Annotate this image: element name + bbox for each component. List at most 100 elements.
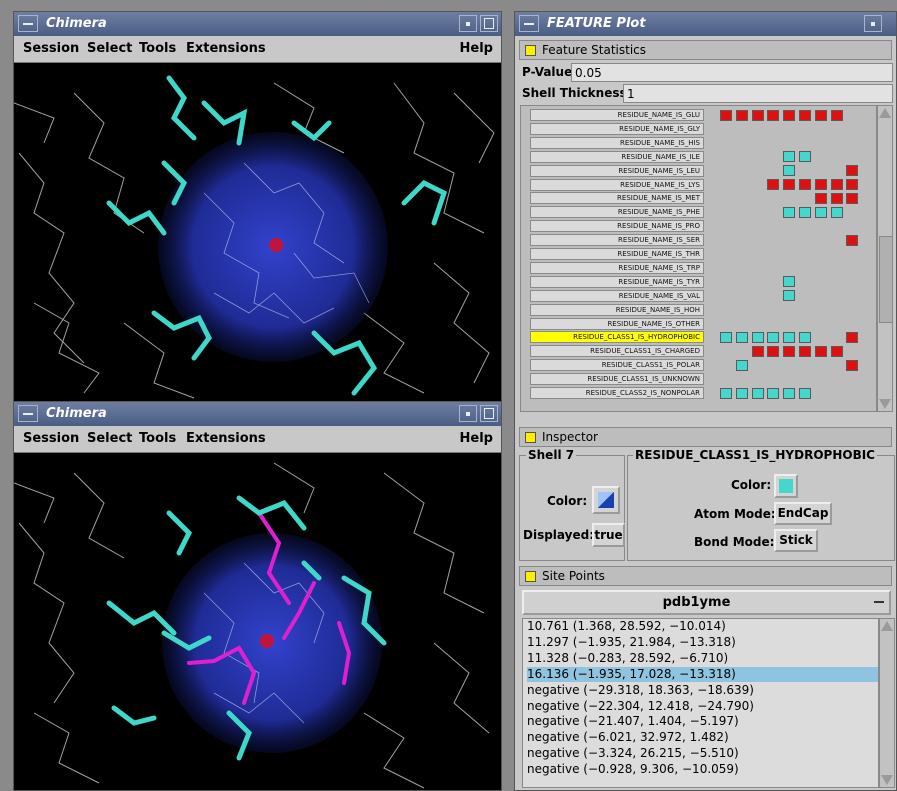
feature-button[interactable]: RESIDUE_CLASS1_IS_POLAR [530,359,704,372]
feature-cell-cyan[interactable] [783,276,796,288]
feature-cell-cyan[interactable] [783,387,796,399]
scroll-up-arrow-icon[interactable] [879,108,891,118]
feature-cell-red[interactable] [783,345,796,357]
feature-button[interactable]: RESIDUE_NAME_IS_PRO [530,220,704,233]
feature-cell-red[interactable] [735,109,748,121]
menu-tools[interactable]: Tools [139,41,176,56]
scroll-down-arrow-icon[interactable] [881,775,893,785]
menu-extensions[interactable]: Extensions [186,41,266,56]
feature-cell-red[interactable] [767,179,780,190]
section-toggle-checkbox[interactable] [525,45,536,56]
feature-cell-red[interactable] [830,109,843,121]
feature-cell-cyan[interactable] [735,387,748,399]
feature-button[interactable]: RESIDUE_NAME_IS_ILE [530,150,704,163]
menu-help[interactable]: Help [460,41,493,56]
feature-cell-cyan[interactable] [720,331,732,343]
shell-color-swatch[interactable] [592,486,620,514]
site-point-item[interactable]: negative (−21.407, 1.404, −5.197) [527,714,878,729]
site-point-item[interactable]: 10.761 (1.368, 28.592, −10.014) [527,619,878,634]
pvalue-field[interactable]: 0.05 [571,63,893,82]
feature-cell-red[interactable] [767,345,780,357]
feature-cell-red[interactable] [814,345,827,357]
window-menu-button[interactable] [18,15,38,32]
feature-button[interactable]: RESIDUE_NAME_IS_HIS [530,136,704,149]
window-menu-button[interactable] [519,15,539,32]
minimize-button[interactable] [459,405,477,422]
feature-cell-cyan[interactable] [799,206,811,218]
menu-select[interactable]: Select [87,431,132,446]
site-model-menu[interactable]: pdb1yme [522,590,891,615]
site-points-list[interactable]: 10.761 (1.368, 28.592, −10.014) 11.297 (−… [522,618,879,788]
feature-cell-cyan[interactable] [830,206,843,218]
maximize-button[interactable] [480,405,498,422]
feature-cell-cyan[interactable] [767,387,780,399]
feature-cell-cyan[interactable] [783,290,796,302]
site-point-item[interactable]: 16.136 (−1.935, 17.028, −13.318) [527,666,878,682]
displayed-toggle[interactable]: true [592,523,625,547]
feature-cell-red[interactable] [783,109,796,121]
feature-button[interactable]: RESIDUE_NAME_IS_MET [530,192,704,205]
site-point-item[interactable]: 11.297 (−1.935, 21.984, −13.318) [527,635,878,650]
feature-cell-red[interactable] [814,179,827,190]
feature-cell-red[interactable] [846,359,859,371]
molecule-viewer-top[interactable] [14,63,501,403]
site-points-scrollbar[interactable] [879,618,895,788]
site-point-item[interactable]: negative (−0.928, 9.306, −10.059) [527,762,878,777]
minimize-button[interactable] [459,15,477,32]
feature-cell-red[interactable] [846,179,859,190]
menu-select[interactable]: Select [87,41,132,56]
feature-cell-cyan[interactable] [799,387,811,399]
window-menu-button[interactable] [18,405,38,422]
site-point-item[interactable]: negative (−22.304, 12.418, −24.790) [527,699,878,714]
feature-cell-cyan[interactable] [751,331,764,343]
feature-cell-red[interactable] [814,109,827,121]
feature-cell-red[interactable] [846,165,859,177]
feature-button[interactable]: RESIDUE_CLASS1_IS_UNKNOWN [530,373,704,386]
feature-button[interactable]: RESIDUE_CLASS2_IS_NONPOLAR [530,387,704,399]
site-point-item[interactable]: negative (−29.318, 18.363, −18.639) [527,683,878,698]
site-point-item[interactable]: negative (−6.021, 32.972, 1.482) [527,730,878,745]
molecule-viewer-bottom[interactable] [14,453,501,790]
site-points-header[interactable]: Site Points [519,566,892,586]
feature-cell-cyan[interactable] [735,359,748,371]
feature-cell-red[interactable] [799,179,811,190]
feature-button[interactable]: RESIDUE_CLASS1_IS_HYDROPHOBIC [530,331,704,344]
feature-cell-cyan[interactable] [720,387,732,399]
feature-cell-red[interactable] [751,345,764,357]
feature-cell-cyan[interactable] [767,331,780,343]
bond-mode-button[interactable]: Stick [774,529,818,552]
feature-cell-red[interactable] [799,345,811,357]
feature-button[interactable]: RESIDUE_NAME_IS_LYS [530,178,704,191]
title-bar[interactable]: Chimera [14,402,501,426]
feature-statistics-header[interactable]: Feature Statistics [519,40,892,60]
section-toggle-checkbox[interactable] [525,432,536,443]
feature-color-swatch[interactable] [774,474,798,498]
menu-extensions[interactable]: Extensions [186,431,266,446]
feature-button[interactable]: RESIDUE_NAME_IS_LEU [530,164,704,177]
title-bar[interactable]: Chimera [14,12,501,36]
feature-cell-red[interactable] [830,179,843,190]
feature-cell-cyan[interactable] [783,165,796,177]
site-point-item[interactable]: negative (−3.324, 26.215, −5.510) [527,746,878,761]
scroll-down-arrow-icon[interactable] [879,399,891,409]
feature-cell-red[interactable] [846,331,859,343]
feature-cell-red[interactable] [799,109,811,121]
feature-button[interactable]: RESIDUE_NAME_IS_PHE [530,206,704,219]
feature-button[interactable]: RESIDUE_CLASS1_IS_CHARGED [530,345,704,358]
feature-button[interactable]: RESIDUE_NAME_IS_HOH [530,303,704,316]
feature-cell-cyan[interactable] [814,206,827,218]
menu-help[interactable]: Help [460,431,493,446]
feature-button[interactable]: RESIDUE_NAME_IS_GLU [530,109,704,121]
menu-session[interactable]: Session [23,41,79,56]
feature-cell-red[interactable] [814,192,827,204]
feature-button[interactable]: RESIDUE_NAME_IS_TYR [530,275,704,288]
feature-cell-cyan[interactable] [751,387,764,399]
inspector-header[interactable]: Inspector [519,427,892,447]
title-bar[interactable]: FEATURE Plot [515,12,896,36]
feature-cell-red[interactable] [783,179,796,190]
feature-cell-red[interactable] [720,109,732,121]
feature-cell-red[interactable] [846,192,859,204]
atom-mode-button[interactable]: EndCap [774,502,832,525]
feature-cell-cyan[interactable] [783,206,796,218]
feature-button[interactable]: RESIDUE_NAME_IS_THR [530,248,704,260]
